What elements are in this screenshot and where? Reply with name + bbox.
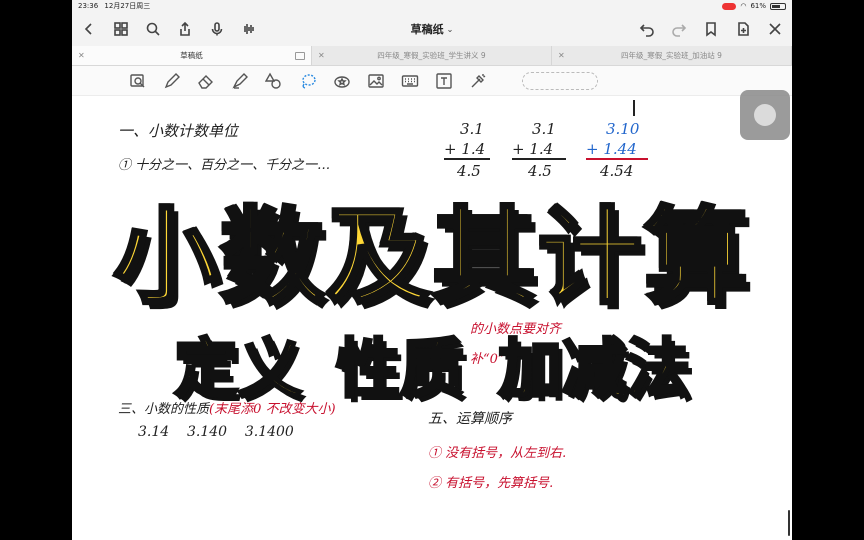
overlay-subtitles: 定义 性质 加减法: [0, 318, 864, 410]
calc3-line: [586, 158, 648, 160]
tab-label: 四年级_寒假_实验班_加油站 9: [621, 51, 722, 60]
keyboard-icon[interactable]: [400, 71, 420, 91]
image-icon[interactable]: [366, 71, 386, 91]
overlay-subtitle-definition: 定义: [173, 332, 304, 409]
tab-draft[interactable]: ✕ 草稿纸: [72, 46, 312, 65]
tab-label: 四年级_寒假_实验班_学生讲义 9: [377, 51, 486, 60]
heading-operation-order: 五、运算顺序: [428, 411, 512, 427]
share-icon[interactable]: [176, 20, 194, 38]
text-icon[interactable]: [434, 71, 454, 91]
scrollbar[interactable]: [788, 510, 790, 536]
tab-label: 草稿纸: [180, 51, 203, 60]
calc1-mid: + 1.4: [444, 140, 486, 158]
overlay-subtitle-property: 性质: [335, 332, 466, 409]
lasso-icon[interactable]: [298, 71, 318, 91]
close-icon[interactable]: [766, 20, 784, 38]
tab-close-icon[interactable]: ✕: [318, 51, 325, 60]
lasso-selection-pill[interactable]: [522, 71, 598, 90]
calc2-mid: + 1.4: [512, 140, 554, 158]
grid-icon[interactable]: [112, 20, 130, 38]
tool-bar: [72, 66, 792, 96]
nav-bar: 草稿纸 ⌄: [72, 12, 792, 46]
status-date: 12月27日周三: [104, 2, 151, 10]
overlay-title: 小数及其计算: [112, 194, 750, 320]
calc3-top: 3.10: [606, 120, 640, 138]
calc3-mid: + 1.44: [586, 140, 637, 158]
tab-bar: ✕ 草稿纸 ✕ 四年级_寒假_实验班_学生讲义 9 ✕ 四年级_寒假_实验班_加…: [72, 46, 792, 66]
shapes-icon[interactable]: [264, 71, 284, 91]
calc1-line: [444, 158, 490, 160]
waveform-icon[interactable]: [240, 20, 258, 38]
undo-icon[interactable]: [638, 20, 656, 38]
laser-icon[interactable]: [468, 71, 488, 91]
arrow-down-icon: [633, 100, 635, 116]
wifi-icon: ◠: [740, 2, 747, 10]
redo-icon[interactable]: [670, 20, 688, 38]
recording-indicator: [722, 2, 737, 10]
status-time: 23:36: [78, 2, 99, 10]
back-icon[interactable]: [80, 20, 98, 38]
floating-assistive-button[interactable]: [740, 90, 790, 140]
status-bar: 23:36 12月27日周三 ◠ 61%: [72, 0, 792, 12]
calc1-top: 3.1: [460, 120, 484, 138]
add-page-icon[interactable]: [734, 20, 752, 38]
highlighter-icon[interactable]: [230, 71, 250, 91]
calc2-top: 3.1: [532, 120, 556, 138]
battery-percent: 61%: [750, 2, 766, 10]
tab-close-icon[interactable]: ✕: [78, 51, 85, 60]
chevron-down-icon: ⌄: [446, 24, 454, 34]
zoom-box-icon[interactable]: [128, 71, 148, 91]
property-examples: 3.14 3.140 3.1400: [138, 424, 294, 440]
document-title: 草稿纸: [410, 23, 444, 36]
split-view-icon[interactable]: [295, 51, 305, 60]
sticker-icon[interactable]: [332, 71, 352, 91]
assistive-touch-icon: [754, 104, 776, 126]
tab-practice[interactable]: ✕ 四年级_寒假_实验班_加油站 9: [552, 46, 792, 65]
tab-close-icon[interactable]: ✕: [558, 51, 565, 60]
calc2-line: [512, 158, 566, 160]
search-icon[interactable]: [144, 20, 162, 38]
heading-decimal-units: 一、小数计数单位: [118, 122, 239, 140]
operation-order-rule-1: ① 没有括号，从左到右.: [428, 446, 567, 461]
decimal-units-item: ① 十分之一、百分之一、千分之一…: [118, 158, 331, 173]
overlay-subtitle-add-subtract: 加减法: [497, 332, 692, 409]
eraser-icon[interactable]: [196, 71, 216, 91]
mic-icon[interactable]: [208, 20, 226, 38]
tab-lecture[interactable]: ✕ 四年级_寒假_实验班_学生讲义 9: [312, 46, 552, 65]
document-title-menu[interactable]: 草稿纸 ⌄: [411, 21, 454, 37]
battery-icon: [770, 2, 786, 10]
bookmark-icon[interactable]: [702, 20, 720, 38]
operation-order-rule-2: ② 有括号，先算括号.: [428, 476, 554, 491]
pen-icon[interactable]: [162, 71, 182, 91]
